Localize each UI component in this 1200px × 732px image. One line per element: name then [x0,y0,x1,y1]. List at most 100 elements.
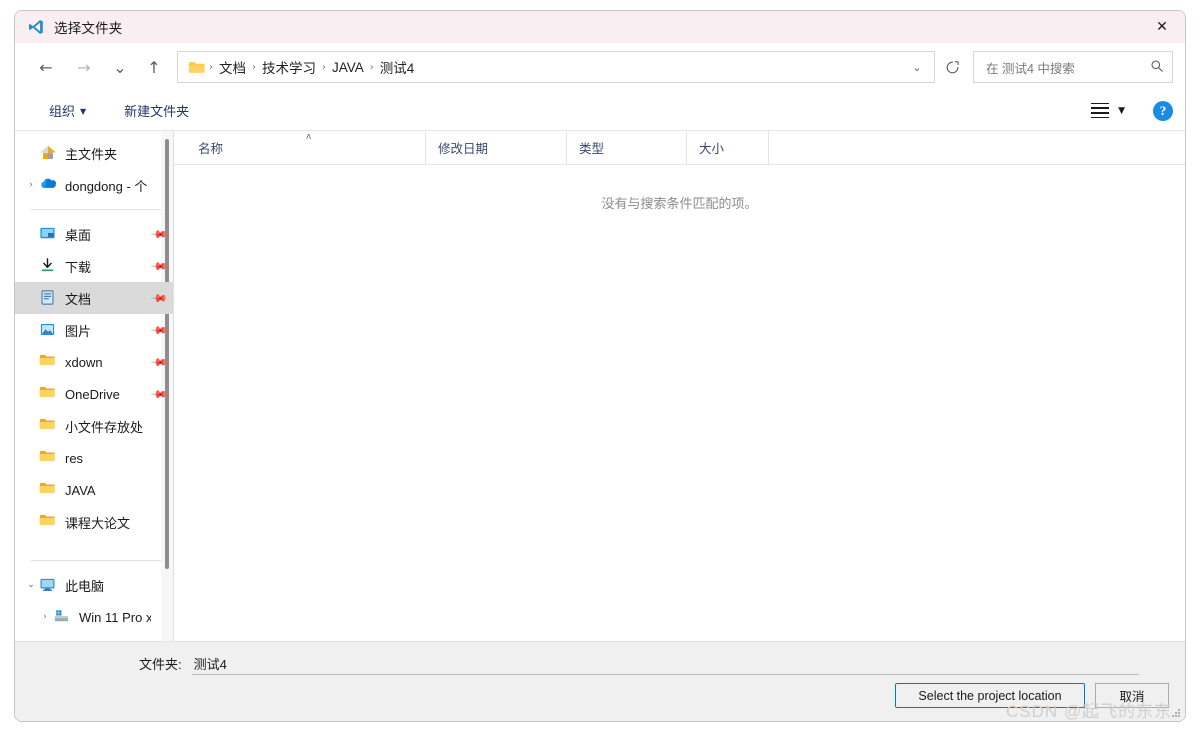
folder-icon [39,513,57,531]
sidebar-item-label: 此电脑 [65,578,105,594]
sidebar-item-small-files[interactable]: › 小文件存放处 📌 [15,410,173,442]
new-folder-label: 新建文件夹 [124,104,190,119]
chevron-right-icon: › [23,389,39,399]
address-bar[interactable]: › 文档 › 技术学习 › JAVA › 测试4 ⌄ [177,51,935,83]
breadcrumb: › 文档 › 技术学习 › JAVA › 测试4 [208,55,904,79]
chevron-down-icon: ▼ [80,107,87,116]
sidebar-item-thesis[interactable]: › 课程大论文 📌 [15,506,173,538]
cancel-button[interactable]: 取消 [1095,683,1169,708]
column-header-type[interactable]: 类型 [567,130,687,165]
pin-icon[interactable]: 📌 [149,384,170,405]
sidebar-item-home[interactable]: › 主文件夹 📌 [15,137,173,169]
sidebar-item-this-pc[interactable]: ⌄ 此电脑 📌 [15,569,173,601]
chevron-right-icon: › [23,325,39,335]
view-options-button[interactable]: ▼ [1085,99,1131,122]
chevron-right-icon[interactable]: › [23,180,39,190]
sidebar-item-downloads[interactable]: › 下载 📌 [15,250,173,282]
chevron-down-icon[interactable]: ⌄ [23,580,39,590]
drive-icon [53,608,71,626]
select-folder-dialog: 选择文件夹 ✕ ← → ⌄ ↑ › 文档 › 技术学习 › JAVA › 测试4… [14,10,1186,722]
folder-icon [39,385,57,403]
sidebar-item-windows-drive[interactable]: › Win 11 Pro x 📌 [15,601,173,633]
sidebar-item-java[interactable]: › JAVA 📌 [15,474,173,506]
sidebar-item-res[interactable]: › res 📌 [15,442,173,474]
vscode-icon [27,18,45,36]
forward-button[interactable]: → [69,52,99,82]
chevron-down-icon: ▼ [1118,105,1125,116]
dialog-footer: 文件夹: Select the project location 取消 [15,641,1185,721]
chevron-right-icon: › [23,517,39,527]
sidebar-item-pictures[interactable]: › 图片 📌 [15,314,173,346]
window-title: 选择文件夹 [54,21,123,36]
sidebar-item-label: 图片 [65,323,92,339]
navigation-pane: › 主文件夹 📌 › [15,131,173,641]
chevron-down-icon[interactable]: ⌄ [904,53,930,81]
refresh-icon[interactable] [935,51,969,83]
pictures-icon [39,321,57,339]
sidebar-divider [31,209,163,210]
this-pc-icon [39,576,57,594]
dialog-button-row: Select the project location 取消 [895,683,1169,708]
sidebar-item-onedrive[interactable]: › dongdong - 个 📌 [15,169,173,201]
column-header-size[interactable]: 大小 [687,130,769,165]
search-placeholder: 在 测试4 中搜索 [986,61,1075,76]
navigation-bar: ← → ⌄ ↑ › 文档 › 技术学习 › JAVA › 测试4 ⌄ 在 测试4… [15,43,1185,91]
recent-locations-button[interactable]: ⌄ [105,52,135,82]
resize-grip[interactable] [1170,707,1180,717]
folder-icon [39,481,57,499]
column-header-row: 名称 ʌ 修改日期 类型 大小 [174,130,1185,165]
folder-name-row: 文件夹: [139,654,1139,675]
breadcrumb-item-0[interactable]: 文档 [214,55,251,79]
column-label: 大小 [699,142,725,156]
pin-icon[interactable]: 📌 [149,288,170,309]
search-icon [1150,59,1164,76]
sidebar-item-onedrive-folder[interactable]: › OneDrive 📌 [15,378,173,410]
dialog-body: › 主文件夹 📌 › [15,130,1185,641]
organize-button[interactable]: 组织 ▼ [41,97,94,124]
folder-name-label: 文件夹: [139,657,182,672]
sidebar-item-label: 桌面 [65,227,92,243]
organize-label: 组织 [49,104,76,119]
chevron-right-icon: › [23,148,39,158]
title-bar: 选择文件夹 ✕ [15,11,1185,43]
sidebar-item-xdown[interactable]: › xdown 📌 [15,346,173,378]
chevron-right-icon[interactable]: › [37,612,53,622]
folder-name-input[interactable] [191,656,1139,675]
pin-icon[interactable]: 📌 [149,352,170,373]
column-header-date-modified[interactable]: 修改日期 [426,130,567,165]
list-view-icon [1091,102,1110,119]
chevron-right-icon: › [23,293,39,303]
breadcrumb-item-1[interactable]: 技术学习 [257,55,321,79]
breadcrumb-item-2[interactable]: JAVA [327,58,369,77]
folder-icon [39,353,57,371]
empty-list-message: 没有与搜索条件匹配的项。 [601,196,758,211]
downloads-icon [39,257,57,275]
pin-icon[interactable]: 📌 [149,320,170,341]
desktop-icon [39,225,57,243]
sidebar-item-label: 主文件夹 [65,146,118,162]
column-label: 修改日期 [438,142,489,156]
close-icon[interactable]: ✕ [1139,11,1185,43]
folder-icon [39,417,57,435]
search-input[interactable]: 在 测试4 中搜索 [973,51,1173,83]
up-button[interactable]: ↑ [139,52,169,82]
sidebar-divider [31,560,163,561]
home-icon [39,144,57,162]
sidebar-item-label: 下载 [65,259,92,275]
sidebar-item-label: 课程大论文 [65,515,131,531]
pin-icon[interactable]: 📌 [149,224,170,245]
column-header-name[interactable]: 名称 ʌ [186,130,426,165]
new-folder-button[interactable]: 新建文件夹 [116,97,197,124]
command-toolbar: 组织 ▼ 新建文件夹 ▼ ? [15,91,1185,131]
select-project-location-button[interactable]: Select the project location [895,683,1085,708]
sidebar-item-desktop[interactable]: › 桌面 📌 [15,218,173,250]
chevron-right-icon: › [23,229,39,239]
sidebar-item-documents[interactable]: › 文档 📌 [15,282,173,314]
back-button[interactable]: ← [31,52,61,82]
pin-icon[interactable]: 📌 [149,256,170,277]
breadcrumb-item-3[interactable]: 测试4 [375,55,420,79]
sidebar-item-label: dongdong - 个 [65,178,148,194]
column-label: 类型 [579,142,605,156]
help-button[interactable]: ? [1153,100,1173,121]
sidebar-item-label: JAVA [65,482,96,498]
